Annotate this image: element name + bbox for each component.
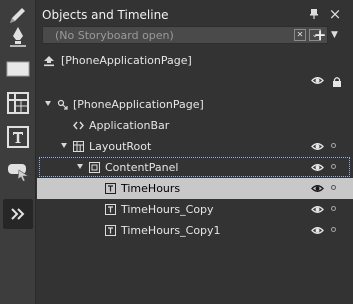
tree-item-applicationbar[interactable]: ApplicationBar xyxy=(37,115,353,136)
panel-title: Objects and Timeline xyxy=(42,8,169,22)
page-icon xyxy=(57,99,68,110)
grid-icon xyxy=(73,141,84,152)
lock-all-icon[interactable] xyxy=(332,76,342,87)
expand-tools-icon[interactable] xyxy=(3,199,33,229)
textblock-icon xyxy=(105,225,116,236)
pin-icon[interactable] xyxy=(307,7,321,21)
rectangle-icon[interactable] xyxy=(3,54,33,84)
assets-icon[interactable] xyxy=(3,156,33,186)
textblock-icon xyxy=(105,183,116,194)
eye-icon[interactable] xyxy=(311,141,324,152)
scope-row[interactable]: [PhoneApplicationPage] xyxy=(37,52,353,70)
show-all-eye-icon[interactable] xyxy=(311,75,324,86)
pen-nib-icon[interactable] xyxy=(3,22,33,52)
tree-item-label: ContentPanel xyxy=(105,161,179,174)
objects-timeline-panel: Objects and Timeline × (No Storyboard op… xyxy=(37,0,353,304)
scope-label: [PhoneApplicationPage] xyxy=(61,54,192,67)
text-tool-icon[interactable] xyxy=(3,122,33,152)
expand-arrow-icon[interactable] xyxy=(45,101,51,106)
panel-titlebar: Objects and Timeline × xyxy=(37,4,353,26)
tree-item-label: [PhoneApplicationPage] xyxy=(73,98,204,111)
eye-icon[interactable] xyxy=(311,183,324,194)
tag-icon xyxy=(73,121,84,130)
new-storyboard-button[interactable]: + xyxy=(313,26,327,44)
eye-icon[interactable] xyxy=(311,162,324,173)
grid-layout-icon[interactable] xyxy=(3,88,33,118)
eye-icon[interactable] xyxy=(311,204,324,215)
visibility-header-row xyxy=(37,73,353,89)
lock-toggle-icon[interactable] xyxy=(331,206,336,211)
textblock-icon xyxy=(105,204,116,215)
stackpanel-icon xyxy=(89,162,100,173)
storyboard-placeholder: (No Storyboard open) xyxy=(55,29,174,42)
lock-toggle-icon[interactable] xyxy=(331,185,336,190)
tree-item-timehours[interactable]: TimeHours xyxy=(37,178,353,199)
storyboard-row: (No Storyboard open) ✕ ⌄ + ▼ xyxy=(37,26,353,46)
storyboard-picker[interactable]: (No Storyboard open) ✕ ⌄ xyxy=(42,26,328,44)
tree-item-layoutroot[interactable]: LayoutRoot xyxy=(37,136,353,157)
lock-toggle-icon[interactable] xyxy=(331,227,336,232)
lock-toggle-icon[interactable] xyxy=(331,143,336,148)
close-panel-button[interactable]: × xyxy=(328,6,342,22)
tree-item-phoneapplicationpage[interactable]: [PhoneApplicationPage] xyxy=(37,94,353,115)
chevron-down-icon[interactable]: ▼ xyxy=(331,28,341,42)
tree-item-contentpanel[interactable]: ContentPanel xyxy=(37,157,353,178)
tree-item-timehours-copy[interactable]: TimeHours_Copy xyxy=(37,199,353,220)
close-storyboard-icon[interactable]: ✕ xyxy=(294,29,306,41)
tree-item-label: TimeHours_Copy1 xyxy=(121,224,221,237)
tree-item-label: TimeHours xyxy=(121,182,181,195)
scope-up-icon[interactable] xyxy=(43,55,55,67)
expand-arrow-icon[interactable] xyxy=(61,143,67,148)
expand-arrow-icon[interactable] xyxy=(77,164,83,169)
tree-item-label: TimeHours_Copy xyxy=(121,203,214,216)
eye-icon[interactable] xyxy=(311,225,324,236)
focus-outline xyxy=(39,157,350,177)
tool-strip xyxy=(0,0,36,304)
lock-toggle-icon[interactable] xyxy=(331,164,336,169)
tree-item-label: LayoutRoot xyxy=(89,140,152,153)
tree-item-label: ApplicationBar xyxy=(89,119,170,132)
tree-item-timehours-copy1[interactable]: TimeHours_Copy1 xyxy=(37,220,353,241)
